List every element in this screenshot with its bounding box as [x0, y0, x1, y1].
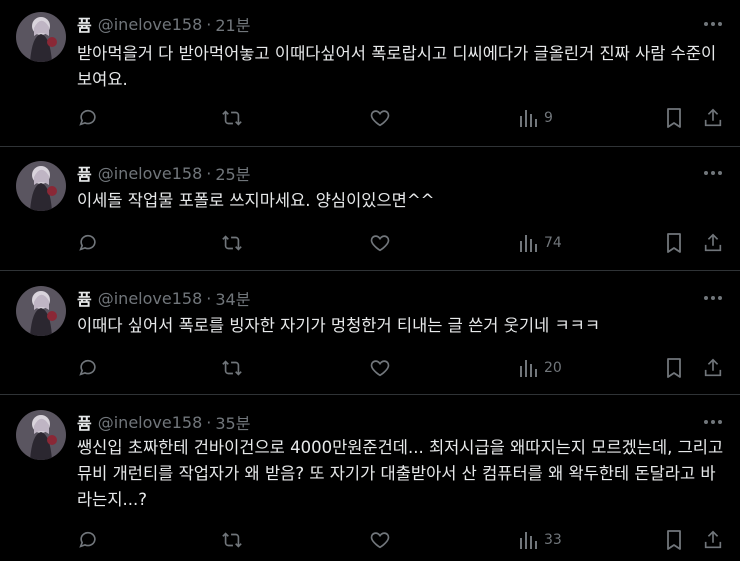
- share-icon: [704, 530, 722, 549]
- more-horizontal-icon: [704, 296, 722, 300]
- views-bar-chart-icon: [520, 235, 537, 252]
- more-horizontal-icon: [704, 420, 722, 424]
- reply-icon: [79, 109, 96, 126]
- retweet-button[interactable]: [220, 528, 244, 552]
- more-horizontal-icon: [704, 171, 722, 175]
- tweet-text: 이세돌 작업물 포폴로 쓰지마세요. 양심이있으면^^: [77, 191, 435, 210]
- timestamp[interactable]: 35분: [215, 410, 250, 434]
- views-bar-chart-icon: [520, 360, 537, 377]
- tweet[interactable]: 퓸 @inelove158 · 21분 받아먹을거 다 받아먹어놓고 이때다싶어…: [0, 0, 740, 147]
- views-button[interactable]: 9: [518, 106, 553, 130]
- share-icon: [704, 108, 722, 127]
- tweet-text: 받아먹을거 다 받아먹어놓고 이때다싶어서 폭로랍시고 디씨에다가 글올린거 진…: [77, 44, 717, 89]
- share-icon: [704, 358, 722, 377]
- tweet-header: 퓸 @inelove158 · 21분: [77, 12, 250, 36]
- bookmark-button[interactable]: [664, 528, 684, 552]
- share-icon: [704, 233, 722, 252]
- like-button[interactable]: [369, 231, 391, 255]
- retweet-icon: [222, 110, 242, 126]
- retweet-icon: [222, 532, 242, 548]
- bookmark-button[interactable]: [664, 106, 684, 130]
- bookmark-icon: [667, 108, 681, 128]
- reply-icon: [79, 234, 96, 251]
- bookmark-button[interactable]: [664, 356, 684, 380]
- views-count: 20: [544, 360, 562, 376]
- display-name[interactable]: 퓸: [77, 12, 92, 36]
- tweet-header: 퓸 @inelove158 · 35분: [77, 410, 250, 434]
- retweet-button[interactable]: [220, 356, 244, 380]
- heart-icon: [370, 532, 390, 549]
- user-handle[interactable]: @inelove158: [98, 164, 203, 183]
- views-bar-chart-icon: [520, 110, 537, 127]
- more-options-button[interactable]: [698, 162, 728, 184]
- tweet-header: 퓸 @inelove158 · 25분: [77, 161, 250, 185]
- more-options-button[interactable]: [698, 411, 728, 433]
- tweet-text: 쌩신입 초짜한테 건바이건으로 4000만원준건데... 최저시급을 왜따지는지…: [77, 438, 724, 509]
- tweet[interactable]: 퓸 @inelove158 · 35분 쌩신입 초짜한테 건바이건으로 4000…: [0, 395, 740, 561]
- heart-icon: [370, 110, 390, 127]
- timestamp[interactable]: 21분: [215, 12, 250, 36]
- separator-dot: ·: [206, 163, 212, 183]
- reply-button[interactable]: [77, 528, 99, 552]
- views-button[interactable]: 20: [518, 356, 562, 380]
- retweet-button[interactable]: [220, 231, 244, 255]
- action-bar: 9: [77, 106, 727, 130]
- views-button[interactable]: 33: [518, 528, 562, 552]
- separator-dot: ·: [206, 412, 212, 432]
- action-bar: 33: [77, 528, 727, 552]
- action-bar: 20: [77, 356, 727, 380]
- avatar[interactable]: [16, 161, 66, 211]
- reply-icon: [79, 359, 96, 376]
- like-button[interactable]: [369, 356, 391, 380]
- like-button[interactable]: [369, 106, 391, 130]
- like-button[interactable]: [369, 528, 391, 552]
- bookmark-button[interactable]: [664, 231, 684, 255]
- share-button[interactable]: [702, 528, 724, 552]
- views-count: 74: [544, 235, 562, 251]
- retweet-button[interactable]: [220, 106, 244, 130]
- action-bar: 74: [77, 231, 727, 255]
- reply-button[interactable]: [77, 231, 99, 255]
- avatar[interactable]: [16, 286, 66, 336]
- user-handle[interactable]: @inelove158: [98, 289, 203, 308]
- share-button[interactable]: [702, 106, 724, 130]
- display-name[interactable]: 퓸: [77, 286, 92, 310]
- display-name[interactable]: 퓸: [77, 410, 92, 434]
- share-button[interactable]: [702, 231, 724, 255]
- reply-button[interactable]: [77, 356, 99, 380]
- display-name[interactable]: 퓸: [77, 161, 92, 185]
- separator-dot: ·: [206, 288, 212, 308]
- tweet[interactable]: 퓸 @inelove158 · 34분 이때다 싶어서 폭로를 빙자한 자기가 …: [0, 271, 740, 395]
- timestamp[interactable]: 34분: [215, 286, 250, 310]
- retweet-icon: [222, 360, 242, 376]
- views-count: 33: [544, 532, 562, 548]
- heart-icon: [370, 360, 390, 377]
- reply-button[interactable]: [77, 106, 99, 130]
- retweet-icon: [222, 235, 242, 251]
- separator-dot: ·: [206, 14, 212, 34]
- avatar[interactable]: [16, 12, 66, 62]
- heart-icon: [370, 235, 390, 252]
- bookmark-icon: [667, 358, 681, 378]
- reply-icon: [79, 531, 96, 548]
- tweet-header: 퓸 @inelove158 · 34분: [77, 286, 250, 310]
- views-count: 9: [544, 110, 553, 126]
- bookmark-icon: [667, 530, 681, 550]
- timeline-feed: 퓸 @inelove158 · 21분 받아먹을거 다 받아먹어놓고 이때다싶어…: [0, 0, 740, 561]
- avatar[interactable]: [16, 410, 66, 460]
- tweet-text: 이때다 싶어서 폭로를 빙자한 자기가 멍청한거 티내는 글 쓴거 웃기네 ㅋㅋ…: [77, 316, 601, 335]
- user-handle[interactable]: @inelove158: [98, 15, 203, 34]
- more-options-button[interactable]: [698, 13, 728, 35]
- views-bar-chart-icon: [520, 532, 537, 549]
- views-button[interactable]: 74: [518, 231, 562, 255]
- share-button[interactable]: [702, 356, 724, 380]
- user-handle[interactable]: @inelove158: [98, 413, 203, 432]
- more-options-button[interactable]: [698, 287, 728, 309]
- tweet[interactable]: 퓸 @inelove158 · 25분 이세돌 작업물 포폴로 쓰지마세요. 양…: [0, 147, 740, 271]
- timestamp[interactable]: 25분: [215, 161, 250, 185]
- bookmark-icon: [667, 233, 681, 253]
- more-horizontal-icon: [704, 22, 722, 26]
